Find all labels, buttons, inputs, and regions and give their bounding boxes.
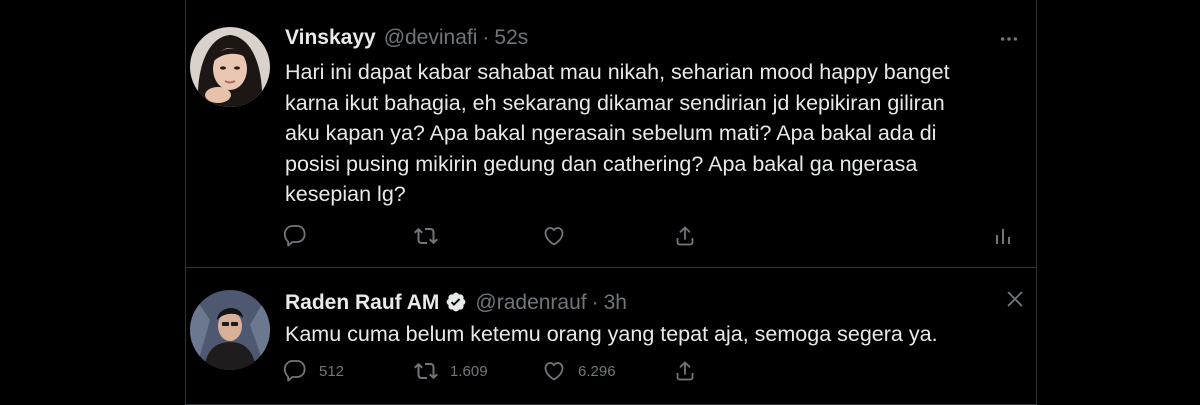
heart-icon xyxy=(544,362,564,381)
timeline: Vinskayy @devinafi · 52s Hari ini dapat … xyxy=(185,0,1037,405)
reply-count: 512 xyxy=(319,362,345,380)
like-button[interactable] xyxy=(542,224,566,248)
author-handle[interactable]: @radenrauf xyxy=(475,291,586,315)
tweet-time[interactable]: 3h xyxy=(604,291,627,315)
more-horizontal-icon[interactable] xyxy=(998,28,1020,55)
reply-button[interactable] xyxy=(283,224,307,248)
share-icon xyxy=(676,361,694,381)
separator-dot: · xyxy=(591,291,599,314)
tweet2-header: Raden Rauf AM @radenrauf · 3h xyxy=(285,287,627,315)
share-button[interactable] xyxy=(673,359,697,383)
divider xyxy=(186,267,1036,268)
separator-dot: · xyxy=(482,26,490,49)
share-button[interactable] xyxy=(673,224,697,248)
avatar-vinskayy[interactable] xyxy=(190,27,270,107)
author-handle[interactable]: @devinafi xyxy=(384,26,478,50)
retweet-icon xyxy=(414,362,438,380)
like-button[interactable]: 6.296 xyxy=(542,359,616,383)
avatar-radenrauf[interactable] xyxy=(190,290,270,370)
reply-icon xyxy=(283,360,306,382)
author-name[interactable]: Raden Rauf AM xyxy=(285,291,439,315)
share-icon xyxy=(676,226,694,246)
tweet1-header: Vinskayy @devinafi · 52s xyxy=(285,26,528,50)
analytics-icon xyxy=(996,229,1010,244)
close-icon[interactable] xyxy=(1004,288,1026,315)
tweet-time[interactable]: 52s xyxy=(494,26,528,50)
retweet-button[interactable]: 1.609 xyxy=(414,359,488,383)
retweet-count: 1.609 xyxy=(450,362,488,380)
tweet-text: Kamu cuma belum ketemu orang yang tepat … xyxy=(285,322,938,346)
retweet-button[interactable] xyxy=(414,224,438,248)
tweet-text: Hari ini dapat kabar sahabat mau nikah, … xyxy=(285,60,950,206)
analytics-button[interactable] xyxy=(991,224,1015,248)
author-name[interactable]: Vinskayy xyxy=(285,26,376,50)
retweet-icon xyxy=(414,227,438,245)
reply-icon xyxy=(283,225,306,247)
like-count: 6.296 xyxy=(578,362,616,380)
verified-badge-icon xyxy=(445,291,467,313)
reply-button[interactable]: 512 xyxy=(283,359,344,383)
heart-icon xyxy=(544,227,564,246)
